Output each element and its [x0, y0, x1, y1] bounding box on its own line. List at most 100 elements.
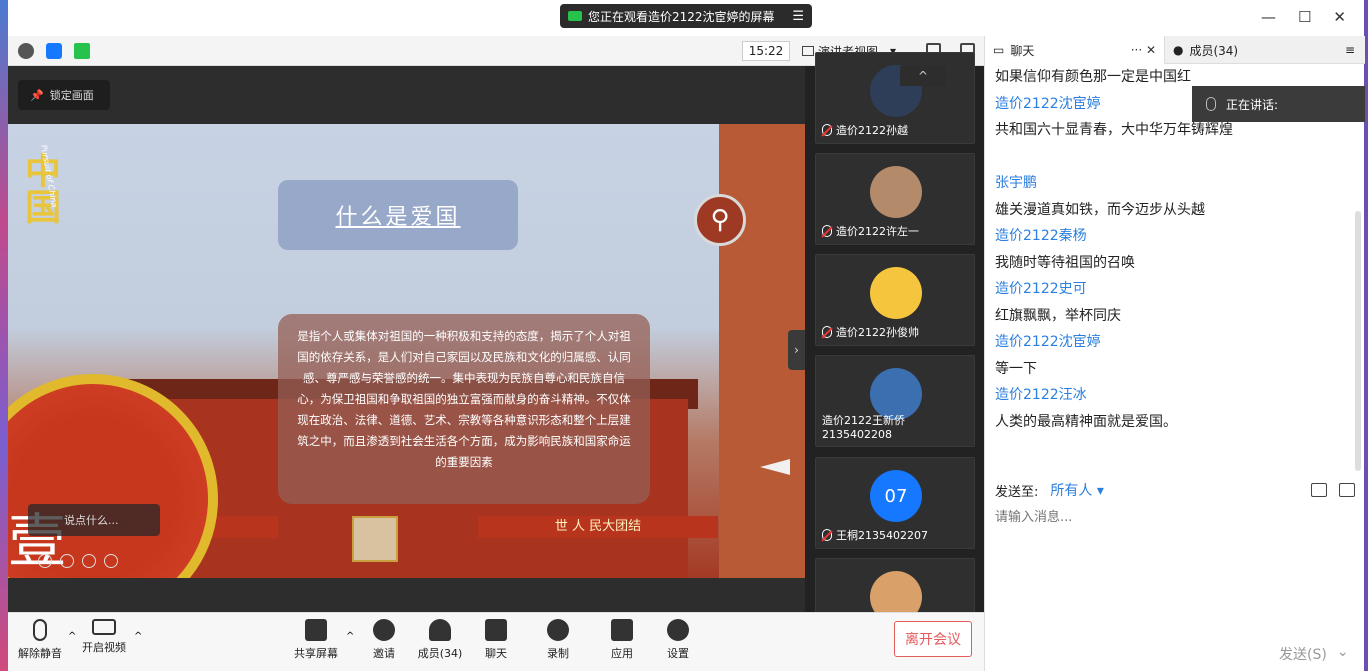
mic-icon: [1206, 97, 1216, 111]
chat-tools: [1311, 483, 1355, 497]
maximize-button[interactable]: ☐: [1298, 8, 1311, 26]
participant-tile[interactable]: 07 王桐2135402207: [815, 457, 975, 549]
camera-icon: [568, 11, 582, 21]
search-icon[interactable]: [104, 554, 118, 568]
participant-tile[interactable]: 造价2122许左一: [815, 153, 975, 245]
settings-label: 设置: [667, 647, 689, 660]
record-label: 录制: [547, 647, 569, 660]
record-button[interactable]: 录制: [530, 619, 586, 661]
tab-members[interactable]: ● 成员(34): [1165, 36, 1238, 64]
video-off-icon: [92, 619, 116, 635]
participant-name-row: 造价2122王新侨2135402208: [822, 412, 974, 441]
members-label: 成员(34): [417, 647, 463, 660]
chevron-up-icon[interactable]: ^: [346, 631, 354, 642]
mic-muted-icon: [822, 326, 832, 338]
shield-icon[interactable]: [46, 43, 62, 59]
pin-icon: 📌: [30, 88, 44, 102]
invite-button[interactable]: 邀请: [356, 619, 412, 661]
send-target-value: 所有人: [1050, 483, 1093, 499]
chat-message: 红旗飘飘，举杯同庆: [995, 307, 1121, 324]
settings-button[interactable]: 设置: [650, 619, 706, 661]
copy-icon[interactable]: [82, 554, 96, 568]
participant-name-row: 王桐2135402207: [822, 527, 928, 543]
start-video-button[interactable]: 开启视频: [76, 619, 132, 655]
chat-sender[interactable]: 造价2122沈宦婷: [995, 329, 1355, 356]
avatar: [870, 267, 922, 319]
send-target-dropdown[interactable]: 所有人 ▾: [1050, 480, 1103, 500]
emoji-icon[interactable]: [38, 554, 52, 568]
screen-share-notice[interactable]: 您正在观看造价2122沈宦婷的屏幕 ☰: [560, 4, 812, 28]
panel-menu-button[interactable]: ≡: [1337, 36, 1365, 64]
info-icon[interactable]: [18, 43, 34, 59]
participant-tile[interactable]: 造价2122孙俊帅: [815, 254, 975, 346]
share-screen-label: 共享屏幕: [294, 647, 338, 660]
start-video-label: 开启视频: [82, 641, 126, 654]
invite-icon: [373, 619, 395, 641]
share-screen-icon: [305, 619, 327, 641]
avatar: [870, 166, 922, 218]
desktop-background-left: [0, 0, 8, 671]
members-icon: [429, 619, 451, 641]
chevron-up-icon[interactable]: ^: [134, 631, 142, 642]
scroll-up-button[interactable]: ^: [900, 66, 946, 86]
danmaku-placeholder: 说点什么...: [64, 514, 119, 527]
lock-screen-button[interactable]: 📌 锁定画面: [18, 80, 110, 110]
meeting-window: 您正在观看造价2122沈宦婷的屏幕 ☰ — ☐ ✕ 15:22 演讲者视图 ▾ …: [8, 0, 1365, 671]
participant-name: 造价2122孙俊帅: [836, 326, 919, 339]
person-icon: ●: [1173, 43, 1184, 57]
chat-sender[interactable]: 造价2122秦杨: [995, 223, 1355, 250]
leave-meeting-button[interactable]: 离开会议: [894, 621, 972, 657]
send-label: 发送(S): [1279, 647, 1327, 663]
folder-icon[interactable]: [1311, 483, 1327, 497]
collapse-strip-button[interactable]: ›: [788, 330, 805, 370]
danmaku-input[interactable]: 说点什么...: [28, 504, 160, 536]
slide-banner-right: 世 人 民大团结: [478, 516, 718, 538]
chat-gap: [995, 144, 1355, 171]
chat-button[interactable]: 聊天: [468, 619, 524, 661]
participant-name: 王桐2135402207: [836, 529, 928, 542]
chat-input[interactable]: [995, 506, 1355, 636]
chat-sender[interactable]: 张宇鹏: [995, 170, 1355, 197]
record-icon: [547, 619, 569, 641]
chevron-down-icon[interactable]: ⌄: [1337, 644, 1349, 664]
chat-message: 等一下: [995, 360, 1037, 377]
participant-tile[interactable]: ^ 造价2122孙越: [815, 52, 975, 144]
chat-tabs: ▭ 聊天 ··· ✕ ● 成员(34) ≡: [985, 36, 1365, 64]
menu-icon[interactable]: ☰: [792, 9, 804, 24]
close-button[interactable]: ✕: [1333, 8, 1346, 26]
pen-icon[interactable]: [60, 554, 74, 568]
chat-label: 聊天: [485, 647, 507, 660]
members-button[interactable]: 成员(34): [412, 619, 468, 661]
apps-icon: [611, 619, 633, 641]
participant-name: 造价2122王新侨2135402208: [822, 414, 905, 441]
shared-screen: 📌 锁定画面 中国 Pursuit of China 什么是爱国 ⚲ 岁 世 人…: [8, 66, 805, 612]
title-bar: 您正在观看造价2122沈宦婷的屏幕 ☰ — ☐ ✕: [8, 0, 1364, 36]
unmute-button[interactable]: 解除静音: [12, 619, 68, 661]
chat-message: 我随时等待祖国的召唤: [995, 254, 1135, 271]
meeting-controls: 解除静音 ^ 开启视频 ^ 共享屏幕 ^ 邀请 成员(34) 聊天 录制 应用 …: [8, 612, 984, 671]
participant-tile[interactable]: 造价2122王新侨2135402208: [815, 355, 975, 447]
share-screen-button[interactable]: 共享屏幕: [288, 619, 344, 661]
tab-chat[interactable]: ▭ 聊天 ··· ✕: [985, 36, 1165, 64]
window-controls: — ☐ ✕: [1261, 8, 1346, 26]
chat-sender[interactable]: 造价2122史可: [995, 276, 1355, 303]
chat-scrollbar[interactable]: [1355, 211, 1361, 471]
gear-icon: [667, 619, 689, 641]
signal-icon[interactable]: [74, 43, 90, 59]
magnifier-icon: ⚲: [694, 194, 746, 246]
minimize-button[interactable]: —: [1261, 8, 1276, 26]
participant-name: 造价2122孙越: [836, 124, 908, 137]
participant-strip: ^ 造价2122孙越 造价2122许左一 造价2122孙俊帅 造价2122王新侨…: [805, 52, 984, 650]
send-button[interactable]: 发送(S) ⌄: [1279, 644, 1349, 664]
slide-portrait: [352, 516, 398, 562]
mouse-cursor-icon: [760, 459, 790, 475]
apps-button[interactable]: 应用: [594, 619, 650, 661]
screenshot-icon[interactable]: [1339, 483, 1355, 497]
participant-name-row: 造价2122孙俊帅: [822, 324, 919, 340]
meeting-clock: 15:22: [742, 41, 790, 61]
chat-sender[interactable]: 造价2122汪冰: [995, 382, 1355, 409]
invite-label: 邀请: [373, 647, 395, 660]
speaker-view-icon: [802, 46, 814, 56]
chat-tab-actions[interactable]: ··· ✕: [1131, 43, 1156, 57]
mic-muted-icon: [822, 225, 832, 237]
